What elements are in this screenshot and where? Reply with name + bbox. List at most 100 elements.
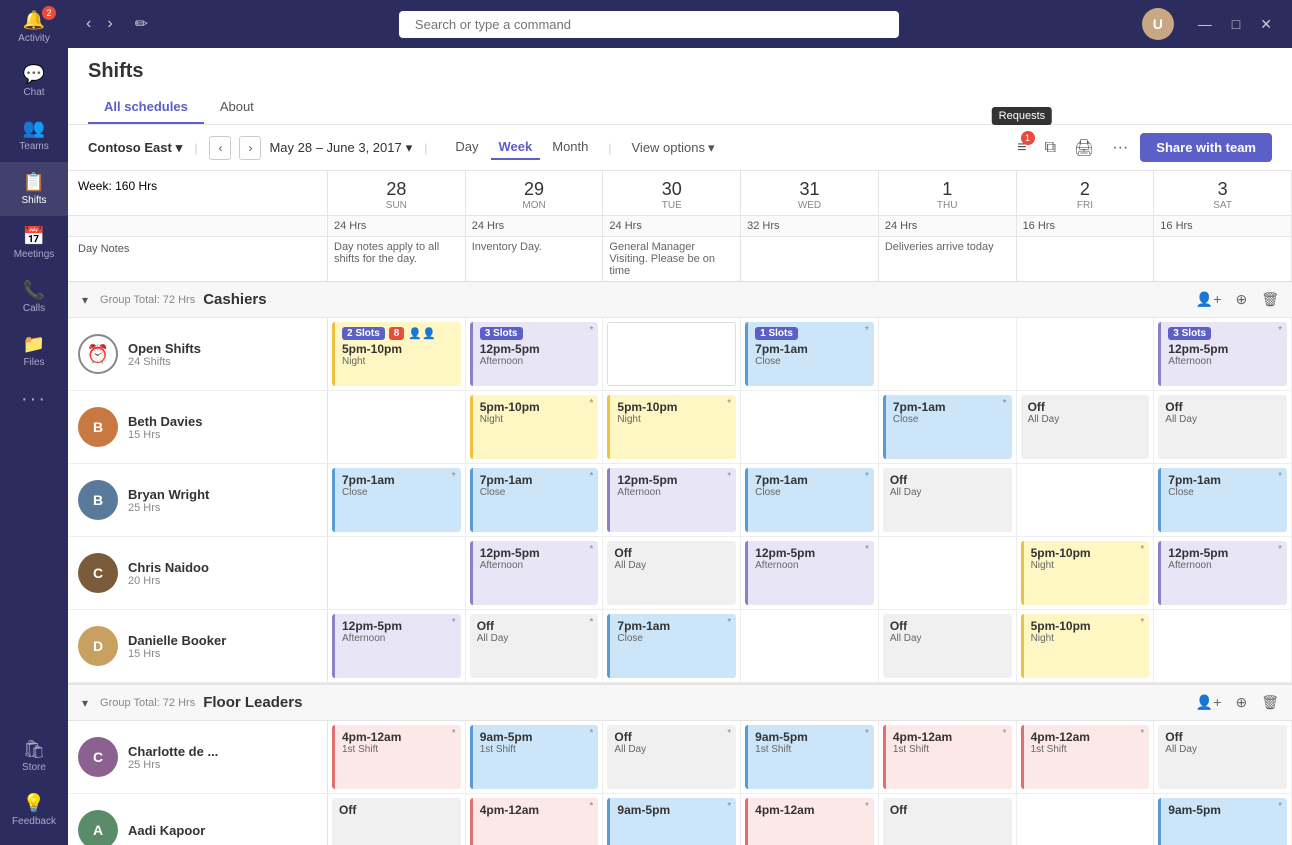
- forward-button[interactable]: ›: [101, 11, 118, 37]
- close-button[interactable]: ✕: [1252, 14, 1280, 35]
- shift-aadi-mon[interactable]: *4pm-12am: [466, 794, 604, 845]
- shift-charlotte-thu[interactable]: *4pm-12am1st Shift: [879, 721, 1017, 793]
- page: Shifts All schedules About Contoso East …: [68, 48, 1292, 845]
- sidebar-item-chat[interactable]: 💬 Chat: [0, 54, 68, 108]
- shift-chris-wed[interactable]: *12pm-5pmAfternoon: [741, 537, 879, 609]
- add-employee-fl-button[interactable]: 👤+: [1193, 691, 1225, 714]
- print-button[interactable]: 🖨: [1068, 134, 1100, 162]
- share-button[interactable]: Share with team: [1140, 133, 1272, 162]
- schedule-name: Contoso East: [88, 140, 172, 155]
- note-wed: [741, 237, 879, 281]
- compose-button[interactable]: ✏: [127, 10, 156, 38]
- shift-danielle-fri[interactable]: *5pm-10pmNight: [1017, 610, 1155, 682]
- collapse-floor-leaders-button[interactable]: ▾: [78, 694, 92, 712]
- shift-beth-fri[interactable]: OffAll Day: [1017, 391, 1155, 463]
- requests-button[interactable]: ≡ 1: [1011, 135, 1032, 161]
- tab-month[interactable]: Month: [544, 135, 596, 160]
- sidebar-item-label: Feedback: [12, 816, 56, 827]
- open-shift-mon[interactable]: 3 Slots* 12pm-5pm Afternoon: [466, 318, 604, 390]
- shift-aadi-sat[interactable]: *9am-5pm: [1154, 794, 1292, 845]
- search-input[interactable]: [399, 11, 899, 38]
- open-shift-fri[interactable]: [1017, 318, 1155, 390]
- shift-chris-fri[interactable]: *5pm-10pmNight: [1017, 537, 1155, 609]
- more-options-button[interactable]: ···: [1106, 135, 1134, 161]
- tab-week[interactable]: Week: [491, 135, 541, 160]
- view-options-button[interactable]: View options ▾: [624, 136, 723, 160]
- sidebar-item-files[interactable]: 📁 Files: [0, 324, 68, 378]
- shift-bryan-fri[interactable]: [1017, 464, 1155, 536]
- next-week-button[interactable]: ›: [239, 136, 261, 160]
- shift-danielle-tue[interactable]: *7pm-1amClose: [603, 610, 741, 682]
- sidebar-item-feedback[interactable]: 💡 Feedback: [0, 783, 68, 837]
- shift-beth-sun[interactable]: [328, 391, 466, 463]
- minimize-button[interactable]: —: [1190, 14, 1220, 35]
- date-range[interactable]: May 28 – June 3, 2017 ▾: [269, 140, 412, 156]
- back-button[interactable]: ‹: [80, 11, 97, 37]
- requests-badge: 1: [1021, 131, 1035, 145]
- rearrange-button[interactable]: ⊕: [1232, 288, 1250, 311]
- shift-beth-tue[interactable]: *5pm-10pmNight: [603, 391, 741, 463]
- shift-bryan-sat[interactable]: *7pm-1amClose: [1154, 464, 1292, 536]
- note-sun: Day notes apply to all shifts for the da…: [328, 237, 466, 281]
- sidebar-item-calls[interactable]: 📞 Calls: [0, 270, 68, 324]
- shift-charlotte-fri[interactable]: *4pm-12am1st Shift: [1017, 721, 1155, 793]
- delete-fl-button[interactable]: 🗑: [1258, 691, 1282, 714]
- day-name: THU: [883, 200, 1012, 211]
- delete-group-button[interactable]: 🗑: [1258, 288, 1282, 311]
- sidebar-item-teams[interactable]: 👥 Teams: [0, 108, 68, 162]
- shift-danielle-sat[interactable]: [1154, 610, 1292, 682]
- schedule-selector[interactable]: Contoso East ▾: [88, 140, 182, 156]
- tab-about[interactable]: About: [204, 91, 270, 124]
- shift-aadi-wed[interactable]: *4pm-12am: [741, 794, 879, 845]
- shift-danielle-sun[interactable]: *12pm-5pmAfternoon: [328, 610, 466, 682]
- tab-all-schedules[interactable]: All schedules: [88, 91, 204, 124]
- open-shift-sat[interactable]: 3 Slots* 12pm-5pm Afternoon: [1154, 318, 1292, 390]
- shift-chris-thu[interactable]: [879, 537, 1017, 609]
- shift-chris-mon[interactable]: *12pm-5pmAfternoon: [466, 537, 604, 609]
- sidebar-item-more[interactable]: ···: [0, 378, 68, 423]
- sidebar-item-meetings[interactable]: 📅 Meetings: [0, 216, 68, 270]
- copy-schedule-button[interactable]: ⧉: [1039, 135, 1062, 161]
- divider2: |: [424, 141, 427, 155]
- shift-beth-sat[interactable]: OffAll Day: [1154, 391, 1292, 463]
- shift-bryan-sun[interactable]: *7pm-1amClose: [328, 464, 466, 536]
- shift-charlotte-tue[interactable]: *OffAll Day: [603, 721, 741, 793]
- shift-aadi-tue[interactable]: *9am-5pm: [603, 794, 741, 845]
- add-employee-button[interactable]: 👤+: [1193, 288, 1225, 311]
- shift-charlotte-mon[interactable]: *9am-5pm1st Shift: [466, 721, 604, 793]
- tab-day[interactable]: Day: [447, 135, 486, 160]
- shift-bryan-mon[interactable]: *7pm-1amClose: [466, 464, 604, 536]
- sidebar-item-activity[interactable]: 🔔 Activity 2: [0, 0, 68, 54]
- calendar-container: Week: 160 Hrs 28 SUN 29 MON 30 TUE 31 WE…: [68, 171, 1292, 845]
- slots-count: 8: [389, 327, 405, 340]
- maximize-button[interactable]: □: [1224, 14, 1248, 35]
- shift-chris-tue[interactable]: OffAll Day: [603, 537, 741, 609]
- shift-beth-wed[interactable]: [741, 391, 879, 463]
- shift-aadi-thu[interactable]: Off: [879, 794, 1017, 845]
- shift-danielle-mon[interactable]: *OffAll Day: [466, 610, 604, 682]
- open-shift-wed[interactable]: 1 Slots* 7pm-1am Close: [741, 318, 879, 390]
- collapse-cashiers-button[interactable]: ▾: [78, 291, 92, 309]
- shift-danielle-thu[interactable]: OffAll Day: [879, 610, 1017, 682]
- shift-charlotte-wed[interactable]: *9am-5pm1st Shift: [741, 721, 879, 793]
- shift-charlotte-sat[interactable]: OffAll Day: [1154, 721, 1292, 793]
- shift-bryan-wed[interactable]: *7pm-1amClose: [741, 464, 879, 536]
- shift-aadi-fri[interactable]: [1017, 794, 1155, 845]
- shift-chris-sat[interactable]: *12pm-5pmAfternoon: [1154, 537, 1292, 609]
- shift-bryan-tue[interactable]: *12pm-5pmAfternoon: [603, 464, 741, 536]
- open-shift-thu[interactable]: [879, 318, 1017, 390]
- prev-week-button[interactable]: ‹: [209, 136, 231, 160]
- more-icon: ···: [21, 388, 47, 411]
- shift-aadi-sun[interactable]: Off: [328, 794, 466, 845]
- shift-beth-mon[interactable]: *5pm-10pmNight: [466, 391, 604, 463]
- sidebar-item-shifts[interactable]: 📋 Shifts: [0, 162, 68, 216]
- rearrange-fl-button[interactable]: ⊕: [1232, 691, 1250, 714]
- shift-charlotte-sun[interactable]: *4pm-12am1st Shift: [328, 721, 466, 793]
- shift-danielle-wed[interactable]: [741, 610, 879, 682]
- shift-beth-thu[interactable]: *7pm-1amClose: [879, 391, 1017, 463]
- shift-bryan-thu[interactable]: OffAll Day: [879, 464, 1017, 536]
- sidebar-item-store[interactable]: 🛍 Store: [0, 729, 68, 783]
- shift-chris-sun[interactable]: [328, 537, 466, 609]
- open-shift-tue[interactable]: [603, 318, 741, 390]
- open-shift-sun[interactable]: 2 Slots 8 👤👤 5pm-10pm Night: [328, 318, 466, 390]
